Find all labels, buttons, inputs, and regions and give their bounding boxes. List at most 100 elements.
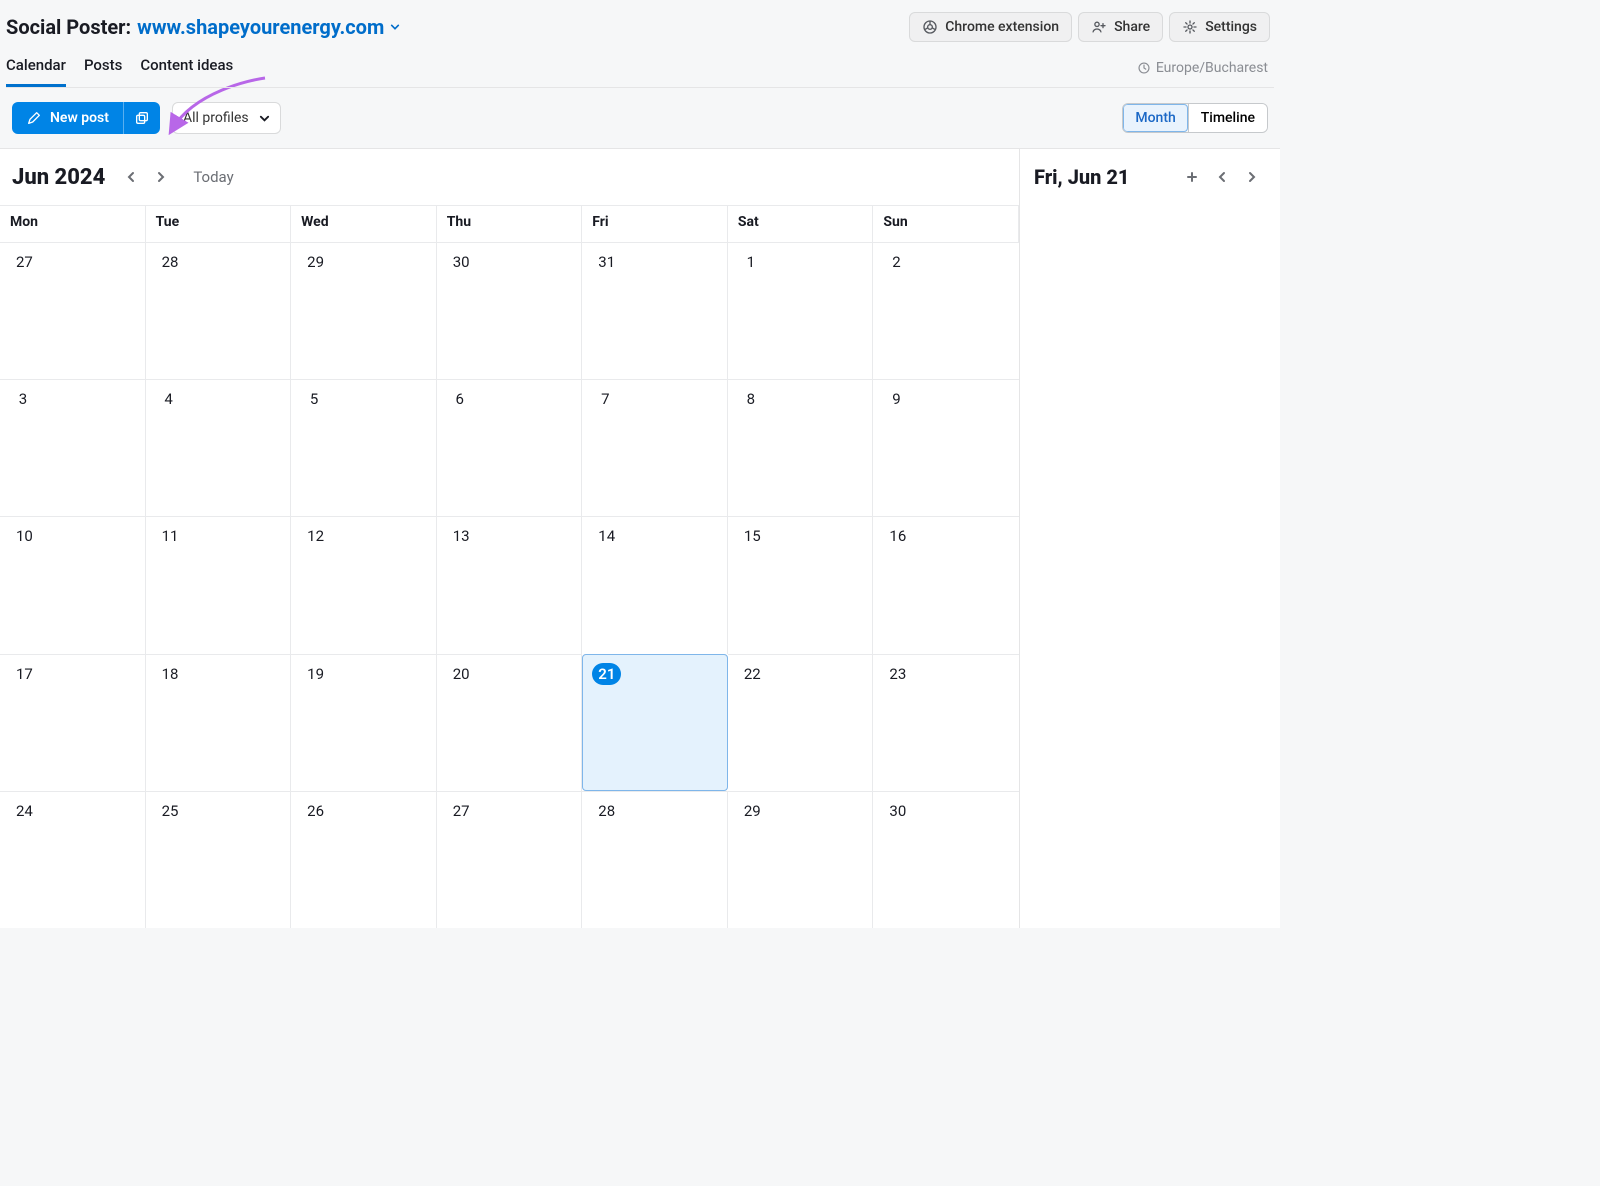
day-number: 27 <box>10 251 39 273</box>
calendar-day-cell[interactable]: 6 <box>437 379 583 516</box>
calendar-day-cell[interactable]: 2 <box>873 242 1019 379</box>
duplicate-icon <box>134 110 150 126</box>
chevron-left-icon <box>125 171 137 183</box>
prev-day-button[interactable] <box>1208 163 1236 191</box>
calendar-grid: MonTueWedThuFriSatSun2728293031123456789… <box>0 205 1019 928</box>
share-button[interactable]: Share <box>1078 12 1163 42</box>
new-post-group: New post <box>12 102 160 134</box>
share-label: Share <box>1114 19 1150 35</box>
chrome-extension-label: Chrome extension <box>945 19 1059 35</box>
day-number: 22 <box>738 663 767 685</box>
tab-posts[interactable]: Posts <box>84 56 122 87</box>
calendar-day-cell[interactable]: 16 <box>873 516 1019 653</box>
domain-dropdown[interactable]: www.shapeyourenergy.com <box>137 15 400 39</box>
timezone-label: Europe/Bucharest <box>1156 60 1268 76</box>
calendar-day-cell[interactable]: 28 <box>582 791 728 928</box>
chevron-left-icon <box>1216 171 1228 183</box>
day-header: Mon <box>0 206 146 242</box>
day-number: 16 <box>883 525 912 547</box>
next-month-button[interactable] <box>147 163 175 191</box>
day-header: Thu <box>437 206 583 242</box>
calendar-day-cell[interactable]: 17 <box>0 654 146 791</box>
day-number: 19 <box>301 663 330 685</box>
chrome-extension-button[interactable]: Chrome extension <box>909 12 1072 42</box>
day-number: 11 <box>156 525 185 547</box>
calendar-day-cell[interactable]: 12 <box>291 516 437 653</box>
calendar-day-cell[interactable]: 30 <box>437 242 583 379</box>
timezone-indicator[interactable]: Europe/Bucharest <box>1137 60 1268 84</box>
calendar-day-cell[interactable]: 10 <box>0 516 146 653</box>
day-number: 25 <box>156 800 185 822</box>
chevron-right-icon <box>155 171 167 183</box>
tabs: Calendar Posts Content ideas <box>6 56 233 87</box>
day-number: 2 <box>883 251 909 273</box>
settings-label: Settings <box>1205 19 1257 35</box>
header: Social Poster: www.shapeyourenergy.com C… <box>0 0 1280 148</box>
day-header: Fri <box>582 206 728 242</box>
day-number: 4 <box>156 388 182 410</box>
day-header: Wed <box>291 206 437 242</box>
settings-button[interactable]: Settings <box>1169 12 1270 42</box>
pencil-icon <box>26 110 42 126</box>
day-number: 15 <box>738 525 767 547</box>
calendar-title: Jun 2024 <box>12 165 105 190</box>
day-number: 17 <box>10 663 39 685</box>
prev-month-button[interactable] <box>117 163 145 191</box>
calendar-day-cell[interactable]: 1 <box>728 242 874 379</box>
view-month-button[interactable]: Month <box>1123 104 1187 132</box>
calendar-day-cell[interactable]: 13 <box>437 516 583 653</box>
calendar-day-cell[interactable]: 7 <box>582 379 728 516</box>
day-number: 12 <box>301 525 330 547</box>
chevron-right-icon <box>1246 171 1258 183</box>
today-button[interactable]: Today <box>187 164 239 190</box>
day-number: 18 <box>156 663 185 685</box>
calendar-day-cell[interactable]: 4 <box>146 379 292 516</box>
calendar-day-cell[interactable]: 23 <box>873 654 1019 791</box>
gear-icon <box>1182 19 1198 35</box>
day-number: 28 <box>592 800 621 822</box>
add-post-button[interactable] <box>1178 163 1206 191</box>
calendar-day-cell[interactable]: 11 <box>146 516 292 653</box>
profiles-filter-button[interactable]: All profiles <box>172 102 281 134</box>
calendar-day-cell[interactable]: 30 <box>873 791 1019 928</box>
day-number: 29 <box>738 800 767 822</box>
calendar-day-cell[interactable]: 9 <box>873 379 1019 516</box>
calendar-day-cell[interactable]: 21 <box>582 654 728 791</box>
calendar-day-cell[interactable]: 28 <box>146 242 292 379</box>
calendar-day-cell[interactable]: 20 <box>437 654 583 791</box>
view-timeline-button[interactable]: Timeline <box>1188 104 1267 132</box>
day-number: 23 <box>883 663 912 685</box>
new-post-dropdown-button[interactable] <box>123 102 160 134</box>
calendar-day-cell[interactable]: 3 <box>0 379 146 516</box>
calendar-day-cell[interactable]: 18 <box>146 654 292 791</box>
day-detail-panel: Fri, Jun 21 <box>1020 149 1280 928</box>
calendar-day-cell[interactable]: 29 <box>291 242 437 379</box>
calendar-day-cell[interactable]: 31 <box>582 242 728 379</box>
day-number: 27 <box>447 800 476 822</box>
calendar-day-cell[interactable]: 15 <box>728 516 874 653</box>
day-number: 31 <box>592 251 621 273</box>
calendar-day-cell[interactable]: 8 <box>728 379 874 516</box>
calendar-day-cell[interactable]: 26 <box>291 791 437 928</box>
calendar-day-cell[interactable]: 24 <box>0 791 146 928</box>
calendar-day-cell[interactable]: 27 <box>437 791 583 928</box>
calendar-day-cell[interactable]: 5 <box>291 379 437 516</box>
day-number: 5 <box>301 388 327 410</box>
tab-content-ideas[interactable]: Content ideas <box>140 56 233 87</box>
next-day-button[interactable] <box>1238 163 1266 191</box>
day-number: 9 <box>883 388 909 410</box>
day-number: 1 <box>738 251 764 273</box>
person-add-icon <box>1091 19 1107 35</box>
clock-icon <box>1137 61 1151 75</box>
day-header: Sat <box>728 206 874 242</box>
app-title: Social Poster: <box>6 15 131 39</box>
calendar-day-cell[interactable]: 27 <box>0 242 146 379</box>
calendar-day-cell[interactable]: 22 <box>728 654 874 791</box>
calendar-day-cell[interactable]: 14 <box>582 516 728 653</box>
calendar-day-cell[interactable]: 19 <box>291 654 437 791</box>
calendar-day-cell[interactable]: 25 <box>146 791 292 928</box>
calendar-day-cell[interactable]: 29 <box>728 791 874 928</box>
day-number: 6 <box>447 388 473 410</box>
new-post-button[interactable]: New post <box>12 102 123 134</box>
tab-calendar[interactable]: Calendar <box>6 56 66 87</box>
